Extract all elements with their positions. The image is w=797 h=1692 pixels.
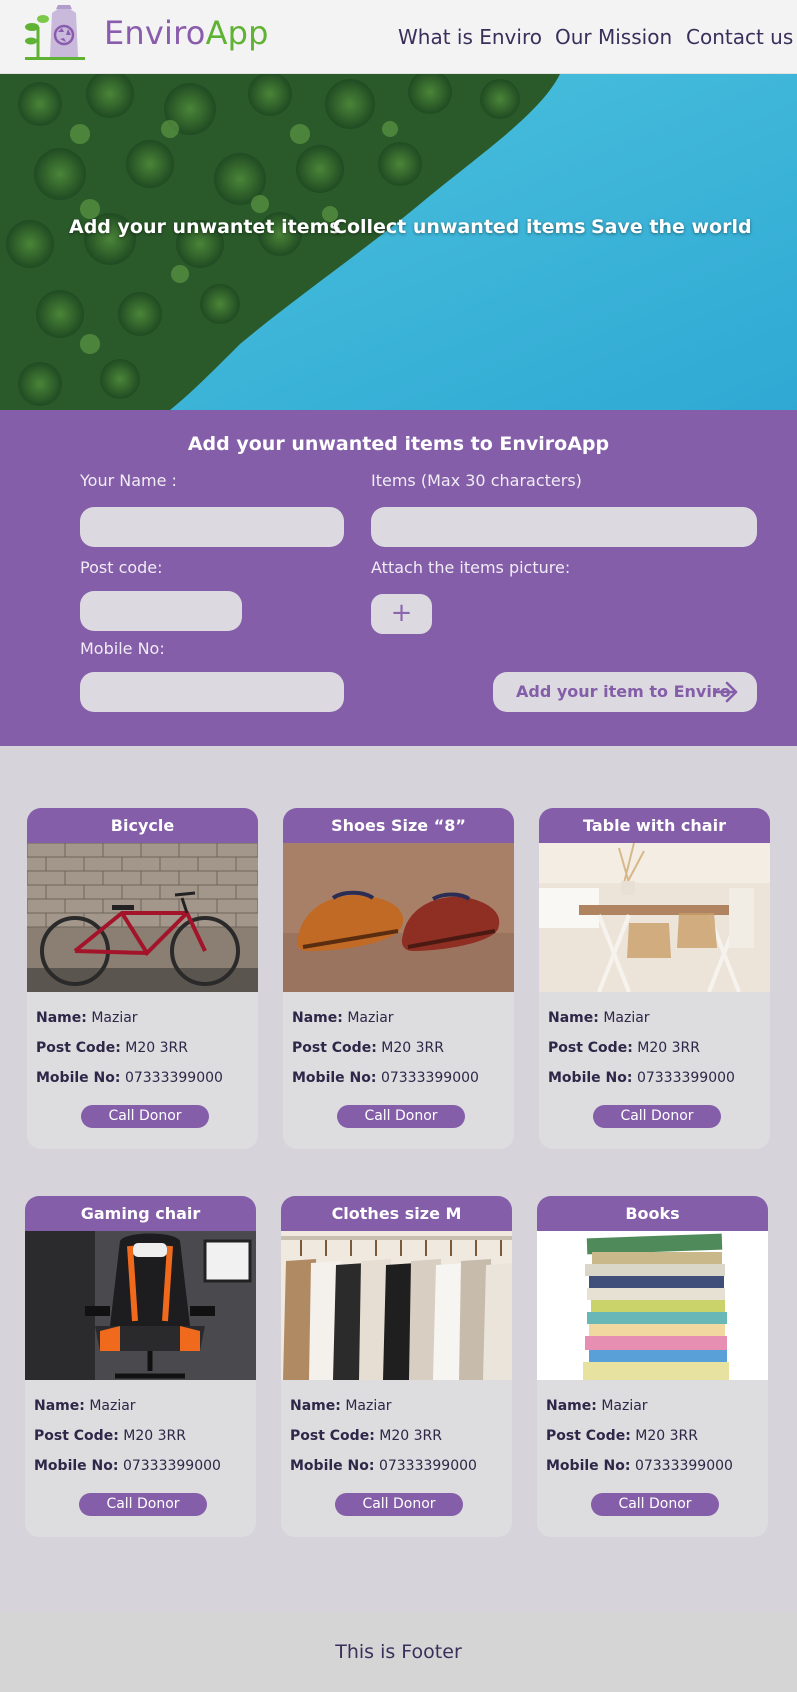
card-name-row: Name: Maziar — [290, 1398, 392, 1414]
card-name-row: Name: Maziar — [36, 1010, 138, 1026]
postcode-input[interactable] — [80, 591, 242, 631]
call-donor-button[interactable]: Call Donor — [81, 1105, 209, 1128]
card-name-row: Name: Maziar — [292, 1010, 394, 1026]
donor-mobile: 07333399000 — [124, 1070, 223, 1086]
card-name-row: Name: Maziar — [548, 1010, 650, 1026]
items-input[interactable] — [371, 507, 757, 547]
donor-name: Maziar — [347, 1010, 394, 1026]
call-donor-button[interactable]: Call Donor — [591, 1493, 719, 1516]
card-name-row: Name: Maziar — [34, 1398, 136, 1414]
card-postcode-row: Post Code: M20 3RR — [546, 1428, 698, 1444]
donor-name: Maziar — [91, 1010, 138, 1026]
mobile-input[interactable] — [80, 672, 344, 712]
card-postcode-row: Post Code: M20 3RR — [292, 1040, 444, 1056]
item-card-clothes: Clothes size M Name: Maziar Post Code: M… — [281, 1196, 512, 1537]
item-card-table: Table with chair Name: Maziar Post Code:… — [539, 808, 770, 1149]
item-card-books: Books Name: Maziar Post Code: M20 3RR Mo… — [537, 1196, 768, 1537]
form-title: Add your unwanted items to EnviroApp — [187, 433, 610, 455]
brand-part-app: App — [205, 14, 269, 52]
nav-what-is-enviro[interactable]: What is Enviro — [398, 25, 542, 49]
footer-text: This is Footer — [335, 1641, 462, 1663]
donor-name: Maziar — [345, 1398, 392, 1414]
gaming-chair-image — [25, 1231, 256, 1380]
card-title: Bicycle — [27, 808, 258, 843]
donor-mobile: 07333399000 — [122, 1458, 221, 1474]
hero-step-save-world: Save the world — [591, 216, 752, 238]
name-input[interactable] — [80, 507, 344, 547]
attach-picture-button[interactable]: + — [371, 594, 432, 634]
call-donor-button[interactable]: Call Donor — [593, 1105, 721, 1128]
recycle-bag-logo-icon[interactable] — [22, 5, 88, 61]
card-title: Gaming chair — [25, 1196, 256, 1231]
hero-step-collect-items: Collect unwanted items — [333, 216, 586, 238]
card-mobile-row: Mobile No: 07333399000 — [36, 1070, 223, 1086]
donor-postcode: M20 3RR — [379, 1428, 442, 1444]
donor-name: Maziar — [603, 1010, 650, 1026]
item-card-gaming-chair: Gaming chair Name: Maziar Post Code: M20… — [25, 1196, 256, 1537]
card-name-row: Name: Maziar — [546, 1398, 648, 1414]
brand-name[interactable]: EnviroApp — [104, 14, 269, 52]
donor-postcode: M20 3RR — [381, 1040, 444, 1056]
table-with-chair-image — [539, 843, 770, 992]
card-title: Books — [537, 1196, 768, 1231]
donor-mobile: 07333399000 — [634, 1458, 733, 1474]
site-header: EnviroApp What is Enviro Our Mission Con… — [0, 0, 797, 74]
mobile-label: Mobile No: — [80, 639, 165, 658]
hero-step-add-items: Add your unwantet items — [69, 216, 341, 238]
card-postcode-row: Post Code: M20 3RR — [290, 1428, 442, 1444]
donor-name: Maziar — [601, 1398, 648, 1414]
donor-postcode: M20 3RR — [637, 1040, 700, 1056]
site-footer: This is Footer — [0, 1611, 797, 1692]
card-mobile-row: Mobile No: 07333399000 — [292, 1070, 479, 1086]
card-mobile-row: Mobile No: 07333399000 — [34, 1458, 221, 1474]
donor-mobile: 07333399000 — [636, 1070, 735, 1086]
donor-postcode: M20 3RR — [125, 1040, 188, 1056]
name-label: Your Name : — [80, 471, 177, 490]
donor-mobile: 07333399000 — [380, 1070, 479, 1086]
card-postcode-row: Post Code: M20 3RR — [34, 1428, 186, 1444]
plus-icon: + — [390, 598, 413, 628]
nav-contact-us[interactable]: Contact us — [686, 25, 793, 49]
donor-postcode: M20 3RR — [635, 1428, 698, 1444]
items-label: Items (Max 30 characters) — [371, 471, 582, 490]
donor-name: Maziar — [89, 1398, 136, 1414]
item-card-bicycle: Bicycle Name: Maziar Post Code: M20 3RR … — [27, 808, 258, 1149]
call-donor-button[interactable]: Call Donor — [337, 1105, 465, 1128]
item-card-shoes: Shoes Size “8” Name: Maziar Post Code: M… — [283, 808, 514, 1149]
arrow-right-icon — [713, 681, 738, 703]
card-mobile-row: Mobile No: 07333399000 — [548, 1070, 735, 1086]
add-item-submit-button[interactable]: Add your item to Enviro — [493, 672, 757, 712]
card-mobile-row: Mobile No: 07333399000 — [290, 1458, 477, 1474]
nav-our-mission[interactable]: Our Mission — [555, 25, 672, 49]
books-stack-image — [537, 1231, 768, 1380]
call-donor-button[interactable]: Call Donor — [79, 1493, 207, 1516]
card-title: Shoes Size “8” — [283, 808, 514, 843]
submit-button-label: Add your item to Enviro — [516, 682, 731, 701]
donor-mobile: 07333399000 — [378, 1458, 477, 1474]
card-postcode-row: Post Code: M20 3RR — [548, 1040, 700, 1056]
card-postcode-row: Post Code: M20 3RR — [36, 1040, 188, 1056]
card-title: Table with chair — [539, 808, 770, 843]
brand-part-enviro: Enviro — [104, 14, 206, 52]
hero-banner: Add your unwantet items Collect unwanted… — [0, 74, 797, 410]
card-mobile-row: Mobile No: 07333399000 — [546, 1458, 733, 1474]
card-title: Clothes size M — [281, 1196, 512, 1231]
add-item-form: Add your unwanted items to EnviroApp You… — [0, 410, 797, 746]
shoes-image — [283, 843, 514, 992]
call-donor-button[interactable]: Call Donor — [335, 1493, 463, 1516]
forest-lake-aerial-image — [0, 74, 797, 410]
donor-postcode: M20 3RR — [123, 1428, 186, 1444]
clothes-rack-image — [281, 1231, 512, 1380]
attach-picture-label: Attach the items picture: — [371, 558, 571, 577]
postcode-label: Post code: — [80, 558, 163, 577]
bicycle-image — [27, 843, 258, 992]
